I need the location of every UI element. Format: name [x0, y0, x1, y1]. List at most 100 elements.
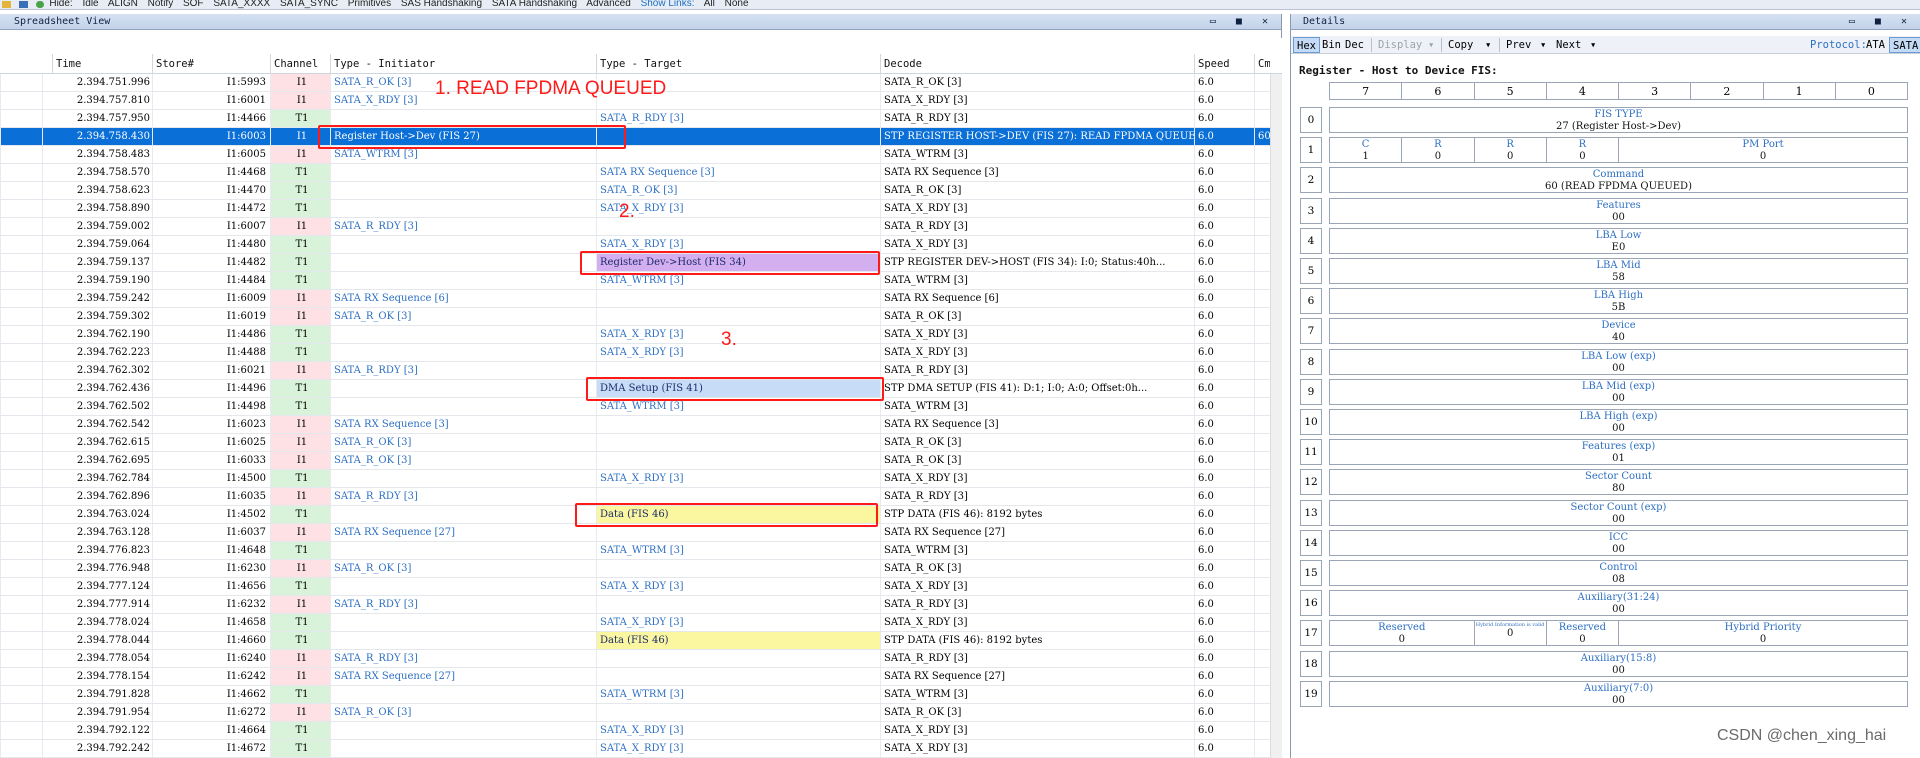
cell-ch: T1	[270, 470, 330, 487]
packet-grid[interactable]: 2.394.751.996 I1:5993 I1 SATA_R_OK [3] SATA_…	[0, 74, 1282, 758]
register-field[interactable]: Control 08	[1329, 560, 1908, 586]
table-row[interactable]: 2.394.762.542 I1:6023 I1 SATA RX Sequence […	[0, 416, 1282, 434]
initiator-column-header[interactable]: Type - Initiator	[330, 54, 596, 74]
table-row[interactable]: 2.394.778.024 I1:4658 T1 SATA_X_RDY [3] SATA…	[0, 614, 1282, 632]
display-dropdown[interactable]: Display	[1375, 37, 1425, 53]
decode-column-header[interactable]: Decode	[880, 54, 1194, 74]
next-chevron-icon: ▾	[1590, 39, 1597, 51]
table-row[interactable]: 2.394.757.950 I1:4466 T1 SATA_R_RDY [3] SATA…	[0, 110, 1282, 128]
filter-notify[interactable]: Notify	[148, 0, 174, 9]
cell-extra	[1254, 524, 1270, 541]
table-row[interactable]: 2.394.759.242 I1:6009 I1 SATA RX Sequence […	[0, 290, 1282, 308]
channel-column-header[interactable]: Channel	[270, 54, 330, 74]
table-row[interactable]: 2.394.759.302 I1:6019 I1 SATA_R_OK [3] SATA_…	[0, 308, 1282, 326]
filter-sof[interactable]: SOF	[183, 0, 204, 9]
copy-dropdown[interactable]: Copy	[1445, 37, 1476, 53]
table-row[interactable]: 2.394.758.623 I1:4470 T1 SATA_R_OK [3] SATA_…	[0, 182, 1282, 200]
cm-column-header[interactable]: Cm	[1254, 54, 1270, 74]
register-field[interactable]: ICC 00	[1329, 529, 1908, 556]
register-field[interactable]: Sector Count 80	[1329, 469, 1908, 496]
annotation-box-4	[575, 503, 878, 527]
register-field[interactable]: LBA Mid 58	[1329, 258, 1908, 284]
protocol-sata-button[interactable]: SATA	[1889, 37, 1920, 53]
register-field[interactable]: C1	[1329, 137, 1403, 164]
table-row[interactable]: 2.394.776.948 I1:6230 I1 SATA_R_OK [3] SATA_…	[0, 560, 1282, 578]
filter-sata-xxxx[interactable]: SATA_XXXX	[213, 0, 270, 9]
filter-idle[interactable]: Idle	[82, 0, 98, 9]
vertical-scrollbar[interactable]	[1270, 74, 1282, 758]
register-field[interactable]: LBA Low (exp) 00	[1329, 348, 1908, 375]
save-icon[interactable]	[18, 1, 28, 8]
table-row[interactable]: 2.394.776.823 I1:4648 T1 SATA_WTRM [3] SATA_…	[0, 542, 1282, 560]
table-row[interactable]: 2.394.762.190 I1:4486 T1 SATA_X_RDY [3] SATA…	[0, 326, 1282, 344]
table-row[interactable]: 2.394.762.223 I1:4488 T1 SATA_X_RDY [3] SATA…	[0, 344, 1282, 362]
table-row[interactable]: 2.394.762.615 I1:6025 I1 SATA_R_OK [3] SATA_…	[0, 434, 1282, 452]
details-window-controls[interactable]: ▭ ■ ✕	[1849, 14, 1914, 30]
register-field[interactable]: Features 00	[1329, 197, 1908, 224]
folder-icon[interactable]	[2, 1, 11, 8]
links-all[interactable]: All	[704, 0, 715, 9]
register-field[interactable]: Auxiliary(31:24) 00	[1329, 590, 1908, 617]
register-field[interactable]: Device 40	[1329, 318, 1908, 345]
table-row[interactable]: 2.394.758.890 I1:4472 T1 SATA_X_RDY [3] SATA…	[0, 200, 1282, 218]
table-row[interactable]: 2.394.758.430 I1:6003 I1 Register Host->Dev…	[0, 128, 1282, 146]
refresh-icon[interactable]	[35, 1, 44, 8]
register-field[interactable]: Sector Count (exp) 00	[1329, 499, 1908, 526]
register-field[interactable]: PM Port 0	[1618, 137, 1908, 164]
register-field[interactable]: Auxiliary(15:8) 00	[1329, 650, 1908, 677]
filter-align[interactable]: ALIGN	[108, 0, 138, 9]
register-field[interactable]: Reserved 0	[1545, 620, 1619, 647]
cell-decode: SATA_R_OK [3]	[880, 560, 1194, 577]
filter-sata-handshaking[interactable]: SATA Handshaking	[492, 0, 577, 9]
register-field[interactable]: FIS TYPE 27 (Register Host->Dev)	[1329, 107, 1908, 133]
table-row[interactable]: 2.394.778.154 I1:6242 I1 SATA RX Sequence […	[0, 668, 1282, 686]
table-row[interactable]: 2.394.759.002 I1:6007 I1 SATA_R_RDY [3] SATA…	[0, 218, 1282, 236]
protocol-ata-button[interactable]: ATA	[1863, 37, 1888, 53]
bin-button[interactable]: Bin	[1319, 37, 1344, 53]
table-row[interactable]: 2.394.758.570 I1:4468 T1 SATA RX Sequence […	[0, 164, 1282, 182]
table-row[interactable]: 2.394.778.054 I1:6240 I1 SATA_R_RDY [3] SATA…	[0, 650, 1282, 668]
row-gutter	[0, 704, 42, 721]
table-row[interactable]: 2.394.758.483 I1:6005 I1 SATA_WTRM [3] SATA_…	[0, 146, 1282, 164]
table-row[interactable]: 2.394.777.914 I1:6232 I1 SATA_R_RDY [3] SATA…	[0, 596, 1282, 614]
hex-button[interactable]: Hex	[1293, 37, 1320, 53]
register-field[interactable]: Auxiliary(7:0) 00	[1329, 680, 1908, 707]
prev-button[interactable]: Prev	[1503, 37, 1534, 53]
register-field[interactable]: Features (exp) 01	[1329, 439, 1908, 466]
register-field[interactable]: R0	[1545, 137, 1619, 164]
register-field[interactable]: LBA High (exp) 00	[1329, 409, 1908, 435]
register-field[interactable]: Reserved 0	[1329, 620, 1475, 647]
register-field[interactable]: R0	[1473, 137, 1547, 164]
register-field[interactable]: R0	[1401, 137, 1475, 164]
filter-advanced[interactable]: Advanced	[586, 0, 630, 9]
time-column-header[interactable]: Time	[52, 54, 162, 74]
links-none[interactable]: None	[725, 0, 749, 9]
pane-window-controls[interactable]: ▭ ■ ✕	[1210, 14, 1275, 30]
register-field[interactable]: LBA Low E0	[1329, 227, 1908, 254]
table-row[interactable]: 2.394.792.122 I1:4664 T1 SATA_X_RDY [3] SATA…	[0, 722, 1282, 740]
table-row[interactable]: 2.394.762.695 I1:6033 I1 SATA_R_OK [3] SATA_…	[0, 452, 1282, 470]
bit-header: 0	[1834, 82, 1908, 100]
table-row[interactable]: 2.394.762.784 I1:4500 T1 SATA_X_RDY [3] SATA…	[0, 470, 1282, 488]
cell-ch: T1	[270, 686, 330, 703]
register-field[interactable]: Hybrid Priority 0	[1618, 620, 1908, 647]
register-field[interactable]: LBA High 5B	[1329, 288, 1908, 315]
cell-speed: 6.0	[1194, 344, 1254, 361]
register-field[interactable]: Hybrid Information is valid 0	[1473, 620, 1547, 647]
next-button[interactable]: Next	[1553, 37, 1584, 53]
table-row[interactable]: 2.394.791.828 I1:4662 T1 SATA_WTRM [3] SATA_…	[0, 686, 1282, 704]
target-column-header[interactable]: Type - Target	[596, 54, 880, 74]
cell-store: I1:4500	[152, 470, 270, 487]
store-column-header[interactable]: Store#	[152, 54, 270, 74]
filter-primitives[interactable]: Primitives	[348, 0, 391, 9]
dec-button[interactable]: Dec	[1342, 37, 1367, 53]
table-row[interactable]: 2.394.777.124 I1:4656 T1 SATA_X_RDY [3] SATA…	[0, 578, 1282, 596]
table-row[interactable]: 2.394.792.242 I1:4672 T1 SATA_X_RDY [3] SATA…	[0, 740, 1282, 758]
register-field[interactable]: LBA Mid (exp) 00	[1329, 378, 1908, 405]
table-row[interactable]: 2.394.778.044 I1:4660 T1 Data (FIS 46) STP D…	[0, 632, 1282, 650]
table-row[interactable]: 2.394.791.954 I1:6272 I1 SATA_R_OK [3] SATA_…	[0, 704, 1282, 722]
filter-sata-sync[interactable]: SATA_SYNC	[280, 0, 338, 9]
register-field[interactable]: Command 60 (READ FPDMA QUEUED)	[1329, 167, 1908, 194]
filter-sas-handshaking[interactable]: SAS Handshaking	[401, 0, 482, 9]
speed-column-header[interactable]: Speed	[1194, 54, 1254, 74]
